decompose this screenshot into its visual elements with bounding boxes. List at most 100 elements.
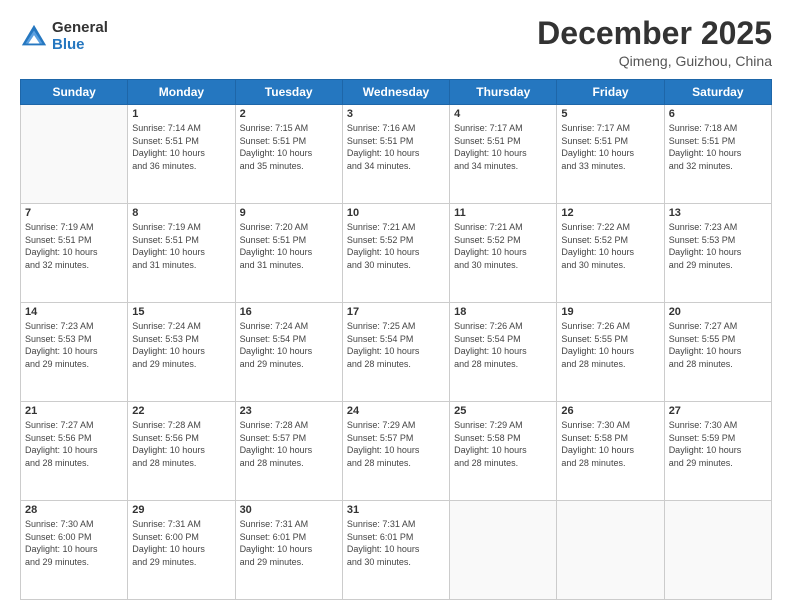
- day-info: Sunrise: 7:25 AM Sunset: 5:54 PM Dayligh…: [347, 320, 445, 370]
- calendar-cell: 11 Sunrise: 7:21 AM Sunset: 5:52 PM Dayli…: [450, 204, 557, 303]
- day-info: Sunrise: 7:26 AM Sunset: 5:54 PM Dayligh…: [454, 320, 552, 370]
- weekday-header-tuesday: Tuesday: [235, 80, 342, 105]
- weekday-header-sunday: Sunday: [21, 80, 128, 105]
- day-number: 9: [240, 207, 338, 219]
- day-info: Sunrise: 7:26 AM Sunset: 5:55 PM Dayligh…: [561, 320, 659, 370]
- weekday-header-monday: Monday: [128, 80, 235, 105]
- calendar-week-4: 28 Sunrise: 7:30 AM Sunset: 6:00 PM Dayli…: [21, 501, 772, 600]
- day-info: Sunrise: 7:28 AM Sunset: 5:57 PM Dayligh…: [240, 419, 338, 469]
- day-number: 29: [132, 504, 230, 516]
- logo: General Blue: [20, 20, 108, 53]
- day-number: 15: [132, 306, 230, 318]
- calendar-week-2: 14 Sunrise: 7:23 AM Sunset: 5:53 PM Dayli…: [21, 303, 772, 402]
- calendar-cell: 15 Sunrise: 7:24 AM Sunset: 5:53 PM Dayli…: [128, 303, 235, 402]
- day-info: Sunrise: 7:24 AM Sunset: 5:53 PM Dayligh…: [132, 320, 230, 370]
- calendar-cell: 9Sunrise: 7:20 AM Sunset: 5:51 PM Daylig…: [235, 204, 342, 303]
- day-number: 25: [454, 405, 552, 417]
- day-info: Sunrise: 7:23 AM Sunset: 5:53 PM Dayligh…: [25, 320, 123, 370]
- logo-icon: [20, 23, 48, 51]
- header: General Blue December 2025 Qimeng, Guizh…: [20, 16, 772, 69]
- calendar-cell: 21 Sunrise: 7:27 AM Sunset: 5:56 PM Dayli…: [21, 402, 128, 501]
- day-info: Sunrise: 7:27 AM Sunset: 5:56 PM Dayligh…: [25, 419, 123, 469]
- day-number: 20: [669, 306, 767, 318]
- calendar-cell: 19Sunrise: 7:26 AM Sunset: 5:55 PM Dayli…: [557, 303, 664, 402]
- day-info: Sunrise: 7:16 AM Sunset: 5:51 PM Dayligh…: [347, 122, 445, 172]
- day-info: Sunrise: 7:28 AM Sunset: 5:56 PM Dayligh…: [132, 419, 230, 469]
- calendar-cell: 24 Sunrise: 7:29 AM Sunset: 5:57 PM Dayli…: [342, 402, 449, 501]
- day-number: 21: [25, 405, 123, 417]
- calendar-cell: 26 Sunrise: 7:30 AM Sunset: 5:58 PM Dayli…: [557, 402, 664, 501]
- day-number: 31: [347, 504, 445, 516]
- day-info: Sunrise: 7:15 AM Sunset: 5:51 PM Dayligh…: [240, 122, 338, 172]
- day-number: 8: [132, 207, 230, 219]
- day-info: Sunrise: 7:31 AM Sunset: 6:01 PM Dayligh…: [240, 518, 338, 568]
- day-number: 14: [25, 306, 123, 318]
- calendar-cell: 12 Sunrise: 7:22 AM Sunset: 5:52 PM Dayli…: [557, 204, 664, 303]
- day-number: 5: [561, 108, 659, 120]
- day-number: 2: [240, 108, 338, 120]
- calendar-cell: 10 Sunrise: 7:21 AM Sunset: 5:52 PM Dayli…: [342, 204, 449, 303]
- calendar-cell: 14 Sunrise: 7:23 AM Sunset: 5:53 PM Dayli…: [21, 303, 128, 402]
- weekday-header-row: SundayMondayTuesdayWednesdayThursdayFrid…: [21, 80, 772, 105]
- day-info: Sunrise: 7:19 AM Sunset: 5:51 PM Dayligh…: [25, 221, 123, 271]
- day-info: Sunrise: 7:22 AM Sunset: 5:52 PM Dayligh…: [561, 221, 659, 271]
- calendar-cell: 29 Sunrise: 7:31 AM Sunset: 6:00 PM Dayli…: [128, 501, 235, 600]
- day-number: 1: [132, 108, 230, 120]
- day-number: 13: [669, 207, 767, 219]
- day-info: Sunrise: 7:31 AM Sunset: 6:00 PM Dayligh…: [132, 518, 230, 568]
- day-number: 10: [347, 207, 445, 219]
- day-info: Sunrise: 7:23 AM Sunset: 5:53 PM Dayligh…: [669, 221, 767, 271]
- calendar-cell: 22 Sunrise: 7:28 AM Sunset: 5:56 PM Dayli…: [128, 402, 235, 501]
- day-number: 11: [454, 207, 552, 219]
- day-number: 22: [132, 405, 230, 417]
- day-info: Sunrise: 7:21 AM Sunset: 5:52 PM Dayligh…: [347, 221, 445, 271]
- page: General Blue December 2025 Qimeng, Guizh…: [0, 0, 792, 612]
- calendar-week-1: 7Sunrise: 7:19 AM Sunset: 5:51 PM Daylig…: [21, 204, 772, 303]
- month-title: December 2025: [537, 16, 772, 51]
- calendar-cell: 13 Sunrise: 7:23 AM Sunset: 5:53 PM Dayli…: [664, 204, 771, 303]
- day-info: Sunrise: 7:30 AM Sunset: 5:58 PM Dayligh…: [561, 419, 659, 469]
- calendar-cell: 5 Sunrise: 7:17 AM Sunset: 5:51 PM Daylig…: [557, 105, 664, 204]
- day-info: Sunrise: 7:29 AM Sunset: 5:57 PM Dayligh…: [347, 419, 445, 469]
- calendar-cell: 3 Sunrise: 7:16 AM Sunset: 5:51 PM Daylig…: [342, 105, 449, 204]
- day-info: Sunrise: 7:17 AM Sunset: 5:51 PM Dayligh…: [454, 122, 552, 172]
- day-info: Sunrise: 7:27 AM Sunset: 5:55 PM Dayligh…: [669, 320, 767, 370]
- day-number: 4: [454, 108, 552, 120]
- day-info: Sunrise: 7:24 AM Sunset: 5:54 PM Dayligh…: [240, 320, 338, 370]
- calendar-cell: 20 Sunrise: 7:27 AM Sunset: 5:55 PM Dayli…: [664, 303, 771, 402]
- day-info: Sunrise: 7:30 AM Sunset: 6:00 PM Dayligh…: [25, 518, 123, 568]
- calendar-cell: 8Sunrise: 7:19 AM Sunset: 5:51 PM Daylig…: [128, 204, 235, 303]
- calendar-cell: 31 Sunrise: 7:31 AM Sunset: 6:01 PM Dayli…: [342, 501, 449, 600]
- calendar-table: SundayMondayTuesdayWednesdayThursdayFrid…: [20, 79, 772, 600]
- calendar-cell: 6Sunrise: 7:18 AM Sunset: 5:51 PM Daylig…: [664, 105, 771, 204]
- day-info: Sunrise: 7:17 AM Sunset: 5:51 PM Dayligh…: [561, 122, 659, 172]
- calendar-cell: [664, 501, 771, 600]
- logo-general-text: General: [52, 20, 108, 37]
- day-number: 23: [240, 405, 338, 417]
- day-info: Sunrise: 7:31 AM Sunset: 6:01 PM Dayligh…: [347, 518, 445, 568]
- calendar-cell: 16 Sunrise: 7:24 AM Sunset: 5:54 PM Dayli…: [235, 303, 342, 402]
- day-info: Sunrise: 7:29 AM Sunset: 5:58 PM Dayligh…: [454, 419, 552, 469]
- day-number: 26: [561, 405, 659, 417]
- location: Qimeng, Guizhou, China: [537, 53, 772, 69]
- weekday-header-saturday: Saturday: [664, 80, 771, 105]
- day-number: 16: [240, 306, 338, 318]
- calendar-cell: 7Sunrise: 7:19 AM Sunset: 5:51 PM Daylig…: [21, 204, 128, 303]
- day-info: Sunrise: 7:18 AM Sunset: 5:51 PM Dayligh…: [669, 122, 767, 172]
- day-number: 12: [561, 207, 659, 219]
- calendar-cell: 28 Sunrise: 7:30 AM Sunset: 6:00 PM Dayli…: [21, 501, 128, 600]
- weekday-header-wednesday: Wednesday: [342, 80, 449, 105]
- calendar-cell: 23 Sunrise: 7:28 AM Sunset: 5:57 PM Dayli…: [235, 402, 342, 501]
- calendar-cell: 1 Sunrise: 7:14 AM Sunset: 5:51 PM Daylig…: [128, 105, 235, 204]
- day-info: Sunrise: 7:30 AM Sunset: 5:59 PM Dayligh…: [669, 419, 767, 469]
- calendar-week-0: 1 Sunrise: 7:14 AM Sunset: 5:51 PM Daylig…: [21, 105, 772, 204]
- day-number: 3: [347, 108, 445, 120]
- calendar-cell: 17Sunrise: 7:25 AM Sunset: 5:54 PM Dayli…: [342, 303, 449, 402]
- day-number: 28: [25, 504, 123, 516]
- day-number: 24: [347, 405, 445, 417]
- calendar-cell: [21, 105, 128, 204]
- day-info: Sunrise: 7:21 AM Sunset: 5:52 PM Dayligh…: [454, 221, 552, 271]
- calendar-cell: [557, 501, 664, 600]
- weekday-header-thursday: Thursday: [450, 80, 557, 105]
- day-info: Sunrise: 7:14 AM Sunset: 5:51 PM Dayligh…: [132, 122, 230, 172]
